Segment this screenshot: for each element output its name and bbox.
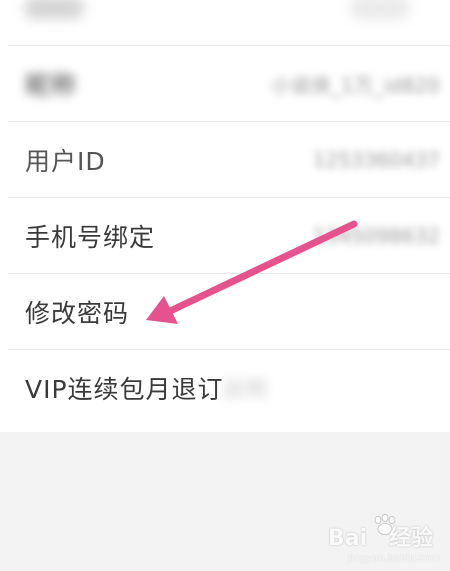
settings-row-user-id[interactable]: 用户ID 1253360437 xyxy=(0,122,450,198)
phone-binding-label: 手机号绑定 xyxy=(25,223,156,252)
settings-list: 昵称 小说侠_1万_id820 用户ID 1253360437 手机号绑定 13… xyxy=(0,0,450,432)
phone-binding-value: 1345098632 xyxy=(312,224,440,248)
account-settings-screen: 昵称 小说侠_1万_id820 用户ID 1253360437 手机号绑定 13… xyxy=(0,0,450,571)
vip-unsubscribe-suffix: 说明 xyxy=(222,378,269,403)
vip-unsubscribe-label: VIP连续包月退订 xyxy=(25,375,224,404)
nickname-value: 小说侠_1万_id820 xyxy=(270,73,440,98)
watermark-brand: Bai xyxy=(328,526,368,551)
baidu-jingyan-watermark: Bai 经验 jingyan.baidu.com xyxy=(328,514,444,564)
watermark-suffix: 经验 xyxy=(389,526,434,551)
settings-row-phone-binding[interactable]: 手机号绑定 1345098632 xyxy=(0,198,450,274)
label-placeholder xyxy=(24,0,84,19)
watermark-domain: jingyan.baidu.com xyxy=(348,553,441,564)
user-id-value: 1253360437 xyxy=(312,148,440,172)
change-password-label: 修改密码 xyxy=(25,299,130,328)
settings-row-top-partial[interactable] xyxy=(0,0,450,46)
nickname-label: 昵称 xyxy=(25,71,78,100)
user-id-label: 用户ID xyxy=(25,147,106,176)
value-placeholder xyxy=(350,0,410,19)
settings-row-nickname[interactable]: 昵称 小说侠_1万_id820 xyxy=(0,46,450,122)
settings-row-vip-unsubscribe[interactable]: VIP连续包月退订 说明 xyxy=(0,350,450,426)
settings-row-change-password[interactable]: 修改密码 xyxy=(0,274,450,350)
